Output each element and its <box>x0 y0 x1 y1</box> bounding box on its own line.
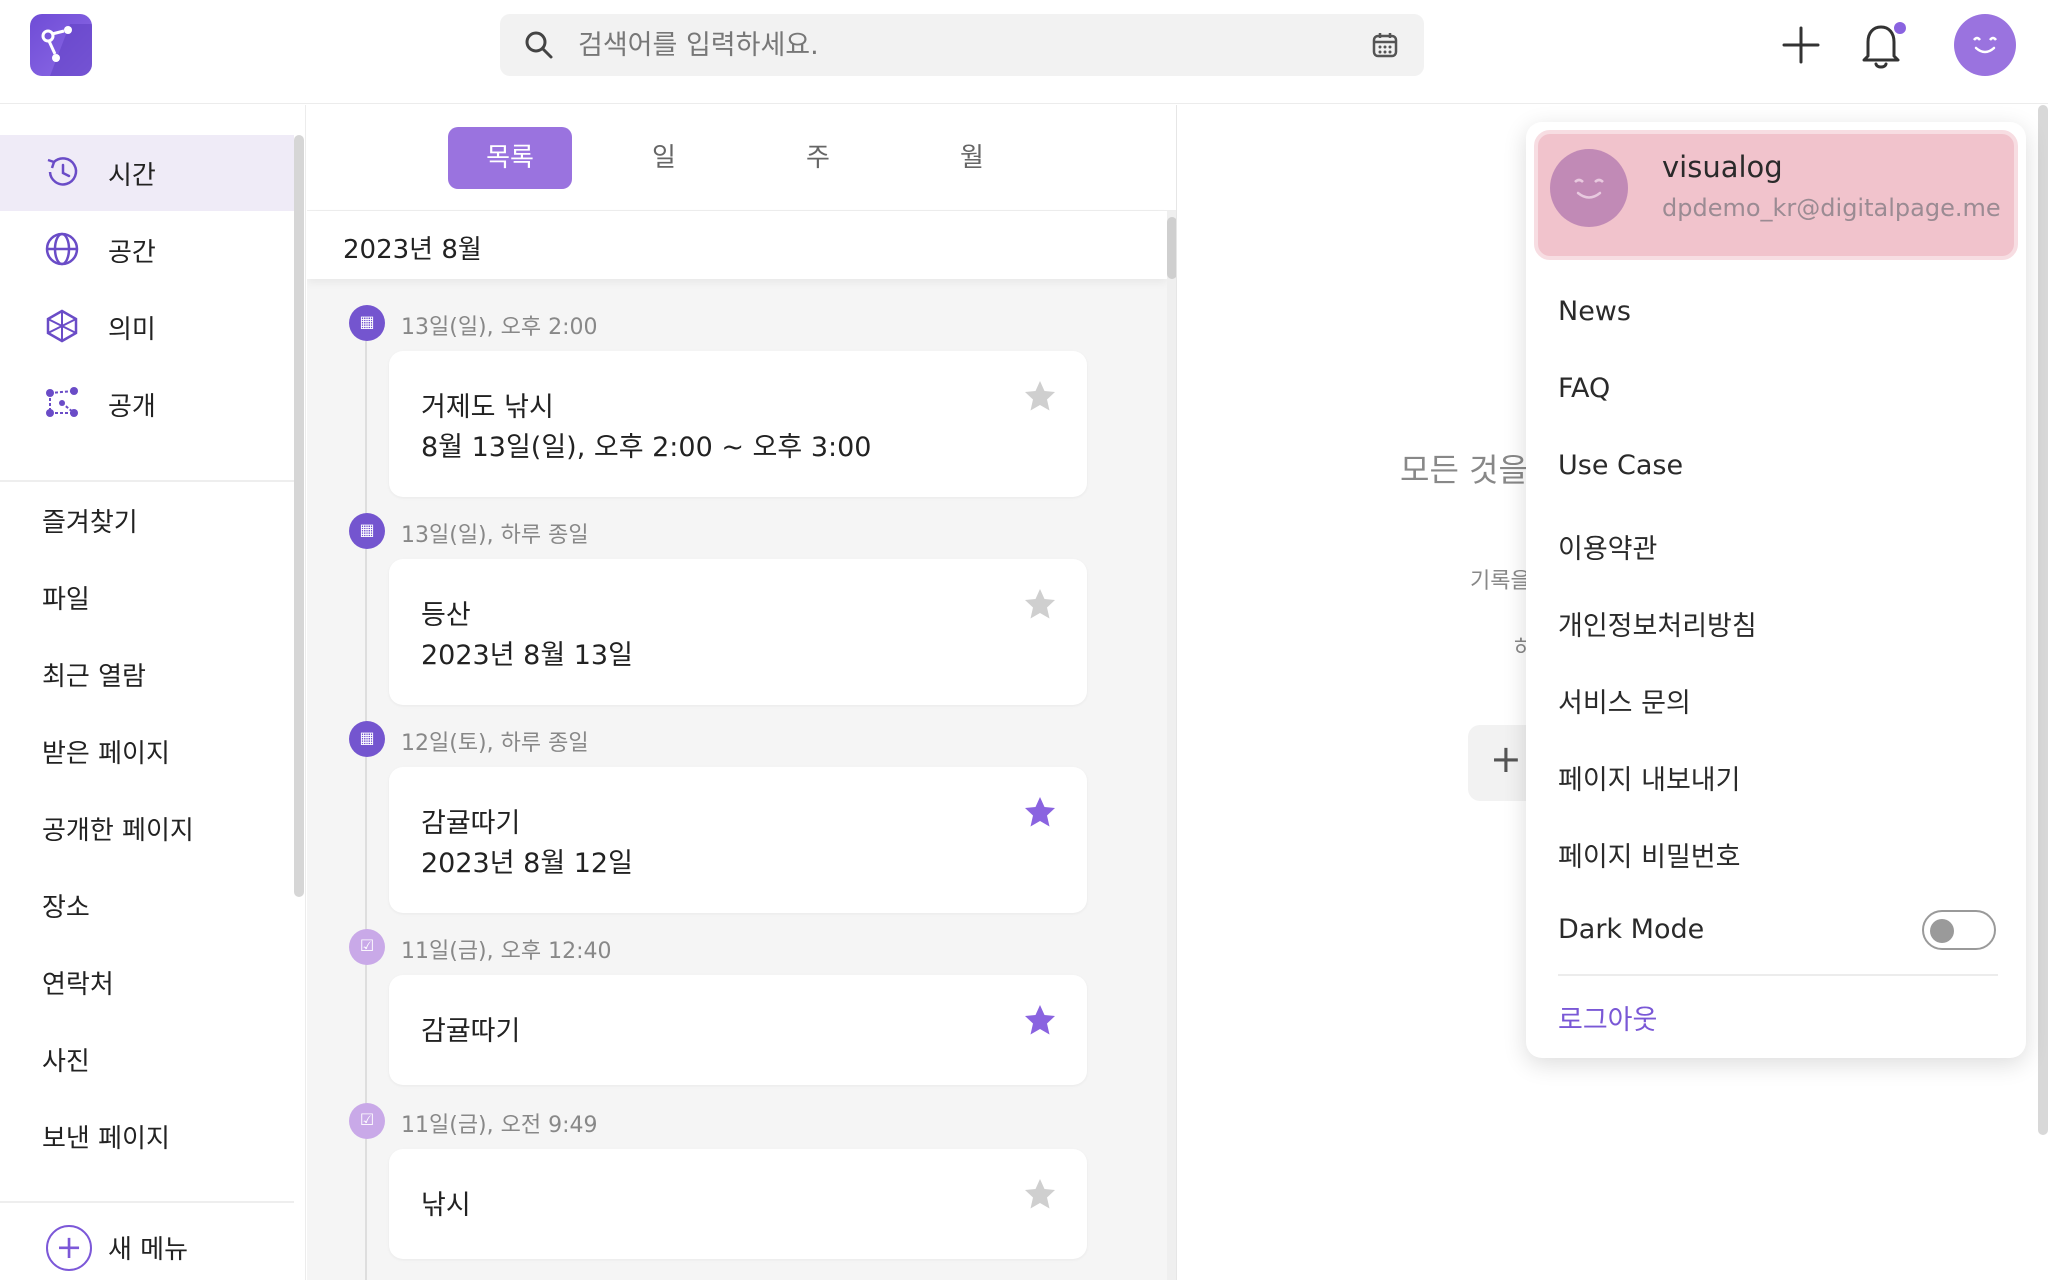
sidebar-link-files[interactable]: 파일 <box>42 579 90 616</box>
sidebar-item-label: 시간 <box>108 161 156 191</box>
logout-button[interactable]: 로그아웃 <box>1558 998 1657 1037</box>
sidebar-item-label: 공간 <box>108 238 156 268</box>
calendar-icon[interactable] <box>1370 30 1400 60</box>
new-menu-button[interactable]: + 새 메뉴 <box>0 1201 294 1280</box>
entry-subtitle: 2023년 8월 12일 <box>421 848 633 879</box>
profile-card[interactable]: visualog dpdemo_kr@digitalpage.me <box>1534 130 2018 260</box>
sidebar-item-space[interactable]: 공간 <box>0 212 294 288</box>
notification-badge <box>1894 22 1906 34</box>
entry-time: 11일(금), 오전 9:49 <box>401 1113 598 1138</box>
entry-subtitle: 8월 13일(일), 오후 2:00 ~ 오후 3:00 <box>421 432 872 463</box>
clock-history-icon <box>47 157 78 186</box>
sidebar: 시간 공간 의미 공개 즐겨찾기 파일 최근 열람 받은 페이지 공개한 페이지… <box>0 105 306 1280</box>
entry-title: 등산 <box>421 600 471 631</box>
toggle-knob <box>1930 919 1954 943</box>
tab-week[interactable]: 주 <box>756 127 880 189</box>
list-item[interactable]: 낚시 <box>389 1149 1087 1259</box>
sidebar-link-places[interactable]: 장소 <box>42 887 90 924</box>
entry-title: 감귤따기 <box>421 808 521 839</box>
entry-time: 12일(토), 하루 종일 <box>401 731 589 756</box>
sidebar-link-recent[interactable]: 최근 열람 <box>42 656 146 693</box>
sidebar-item-label: 의미 <box>108 315 156 345</box>
sidebar-divider <box>0 480 294 482</box>
search-icon[interactable] <box>524 30 554 60</box>
search-bar[interactable] <box>500 14 1424 76</box>
globe-icon <box>45 232 79 266</box>
timeline-list-panel: 목록 일 주 월 2023년 8월 ▦ 13일(일), 오후 2:00 거제도 … <box>307 105 1177 1280</box>
sidebar-link-published[interactable]: 공개한 페이지 <box>42 810 194 847</box>
share-graph-icon <box>46 387 78 417</box>
star-icon[interactable] <box>1023 795 1057 829</box>
sidebar-link-received[interactable]: 받은 페이지 <box>42 733 170 770</box>
add-plus-glyph: + <box>1490 737 1522 781</box>
star-icon[interactable] <box>1023 587 1057 621</box>
search-input[interactable] <box>578 24 1338 66</box>
menu-item-support[interactable]: 서비스 문의 <box>1558 681 1691 720</box>
entry-time: 13일(일), 오후 2:00 <box>401 315 598 340</box>
menu-item-export[interactable]: 페이지 내보내기 <box>1558 758 1740 797</box>
top-header <box>0 0 2048 104</box>
menu-item-privacy[interactable]: 개인정보처리방침 <box>1558 604 1757 643</box>
sidebar-item-time[interactable]: 시간 <box>0 135 294 211</box>
event-calendar-icon: ▦ <box>349 721 385 757</box>
menu-item-terms[interactable]: 이용약관 <box>1558 527 1657 566</box>
view-tabs: 목록 일 주 월 <box>307 105 1176 211</box>
network-cube-icon <box>46 309 78 343</box>
sidebar-scrollbar[interactable] <box>294 135 304 897</box>
entry-title: 거제도 낚시 <box>421 392 554 423</box>
logo-graph-icon <box>41 24 92 76</box>
sidebar-item-meaning[interactable]: 의미 <box>0 289 294 365</box>
menu-item-use-case[interactable]: Use Case <box>1558 450 1683 481</box>
month-header: 2023년 8월 <box>307 211 1167 279</box>
event-calendar-icon: ▦ <box>349 305 385 341</box>
list-scrollbar-thumb[interactable] <box>1167 217 1176 279</box>
profile-email: dpdemo_kr@digitalpage.me <box>1662 194 2001 222</box>
star-icon[interactable] <box>1023 1003 1057 1037</box>
smile-face-icon <box>1973 36 1997 54</box>
task-check-icon: ☑ <box>349 1103 385 1139</box>
list-scrollbar[interactable] <box>1167 211 1176 1280</box>
profile-dropdown-menu: visualog dpdemo_kr@digitalpage.me News F… <box>1526 122 2026 1058</box>
menu-divider <box>1558 974 1998 976</box>
sidebar-link-photos[interactable]: 사진 <box>42 1041 90 1078</box>
tab-list[interactable]: 목록 <box>448 127 572 189</box>
tab-month[interactable]: 월 <box>910 127 1034 189</box>
menu-item-faq[interactable]: FAQ <box>1558 373 1610 404</box>
star-icon[interactable] <box>1023 379 1057 413</box>
entry-subtitle: 2023년 8월 13일 <box>421 640 633 671</box>
dark-mode-label: Dark Mode <box>1558 914 1705 945</box>
entry-title: 감귤따기 <box>421 1016 521 1047</box>
empty-state-title: 모든 것을 <box>1400 451 1528 489</box>
menu-item-news[interactable]: News <box>1558 296 1631 327</box>
task-check-icon: ☑ <box>349 929 385 965</box>
page-scrollbar[interactable] <box>2038 105 2048 1135</box>
list-item[interactable]: 감귤따기 2023년 8월 12일 <box>389 767 1087 913</box>
list-item[interactable]: 등산 2023년 8월 13일 <box>389 559 1087 705</box>
entry-time: 11일(금), 오후 12:40 <box>401 939 612 964</box>
dark-mode-toggle[interactable] <box>1922 910 1996 950</box>
entry-time: 13일(일), 하루 종일 <box>401 523 589 548</box>
plus-circle-icon: + <box>46 1225 92 1271</box>
profile-name: visualog <box>1662 150 1783 184</box>
sidebar-item-public[interactable]: 공개 <box>0 366 294 442</box>
add-icon[interactable] <box>1776 20 1826 70</box>
menu-item-page-password[interactable]: 페이지 비밀번호 <box>1558 835 1740 874</box>
list-item[interactable]: 감귤따기 <box>389 975 1087 1085</box>
smile-face-icon <box>1574 178 1604 199</box>
month-label: 2023년 8월 <box>343 235 482 265</box>
sidebar-link-contacts[interactable]: 연락처 <box>42 964 114 1001</box>
event-calendar-icon: ▦ <box>349 513 385 549</box>
dark-mode-row: Dark Mode <box>1558 908 1998 952</box>
sidebar-link-sent[interactable]: 보낸 페이지 <box>42 1118 170 1155</box>
app-logo[interactable] <box>30 14 92 76</box>
entry-title: 낚시 <box>421 1190 471 1221</box>
user-avatar-button[interactable] <box>1954 14 2016 76</box>
star-icon[interactable] <box>1023 1177 1057 1211</box>
new-menu-label: 새 메뉴 <box>108 1235 189 1265</box>
sidebar-link-favorites[interactable]: 즐겨찾기 <box>42 502 138 539</box>
list-item[interactable]: 거제도 낚시 8월 13일(일), 오후 2:00 ~ 오후 3:00 <box>389 351 1087 497</box>
profile-avatar <box>1550 149 1628 227</box>
tab-day[interactable]: 일 <box>602 127 726 189</box>
sidebar-item-label: 공개 <box>108 392 156 422</box>
